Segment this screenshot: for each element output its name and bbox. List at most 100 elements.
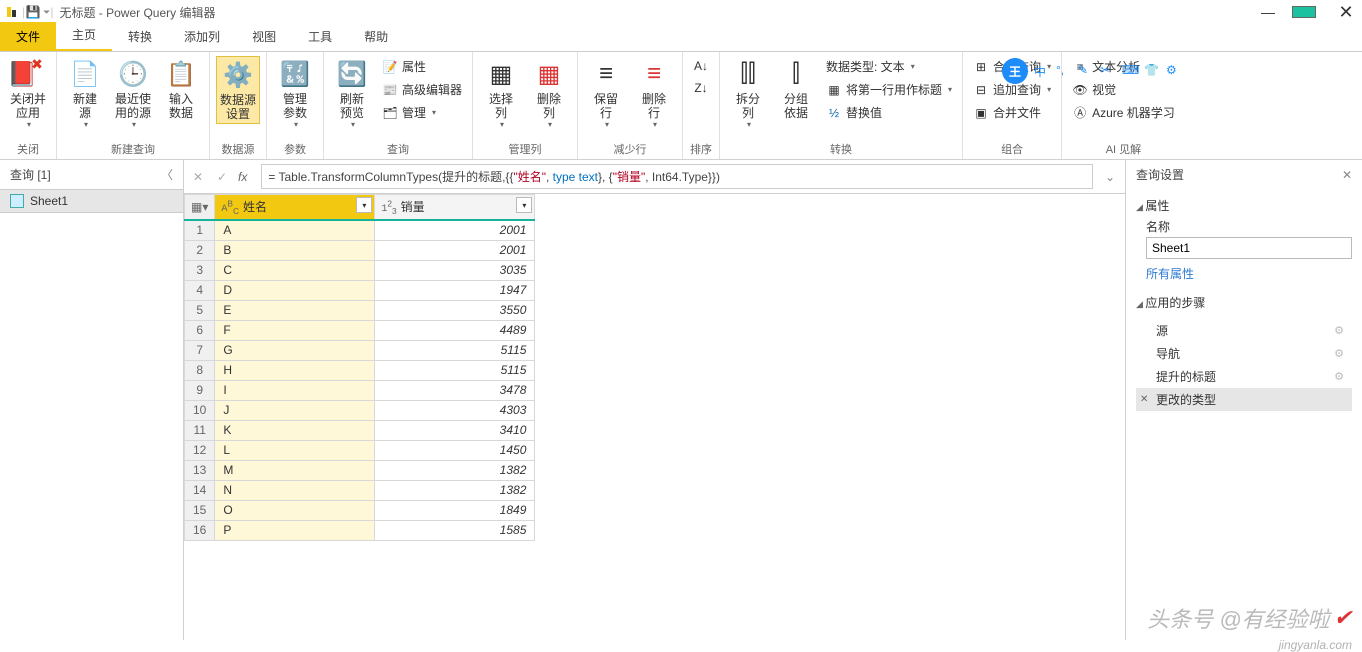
commit-formula-icon[interactable]: ✓ — [214, 170, 230, 184]
cell-sales[interactable]: 3550 — [375, 300, 535, 320]
filter-col2-icon[interactable]: ▾ — [516, 197, 532, 213]
tab-add-column[interactable]: 添加列 — [168, 22, 236, 51]
filter-col1-icon[interactable]: ▾ — [356, 197, 372, 213]
row-header[interactable]: 12 — [185, 440, 215, 460]
advanced-editor-button[interactable]: 📰高级编辑器 — [378, 79, 466, 100]
group-by-button[interactable]: ⫿分组 依据 — [774, 56, 818, 122]
row-header[interactable]: 15 — [185, 500, 215, 520]
keep-rows-button[interactable]: ≡保留 行 — [584, 56, 628, 131]
cell-sales[interactable]: 1947 — [375, 280, 535, 300]
qa-dropdown-icon[interactable]: ⏷ — [43, 7, 50, 18]
cell-sales[interactable]: 5115 — [375, 360, 535, 380]
step-settings-icon[interactable]: ⚙ — [1334, 347, 1344, 360]
row-header[interactable]: 7 — [185, 340, 215, 360]
formula-text[interactable]: = Table.TransformColumnTypes(提升的标题,{{"姓名… — [261, 164, 1093, 189]
cell-name[interactable]: B — [215, 240, 375, 260]
gear-icon[interactable]: ⚙ — [1166, 63, 1182, 79]
cell-name[interactable]: F — [215, 320, 375, 340]
remove-rows-button[interactable]: ≡删除 行 — [632, 56, 676, 131]
ime-zh-icon[interactable]: 中 — [1034, 63, 1050, 79]
tab-tools[interactable]: 工具 — [292, 22, 348, 51]
remove-columns-button[interactable]: ▦删除 列 — [527, 56, 571, 131]
close-apply-button[interactable]: 📕✖关闭并 应用 — [6, 56, 50, 131]
save-icon[interactable]: 💾 — [25, 4, 41, 20]
applied-step[interactable]: 源⚙ — [1136, 319, 1352, 342]
data-type-button[interactable]: 数据类型: 文本 — [822, 56, 956, 77]
close-settings-icon[interactable]: ✕ — [1342, 168, 1352, 182]
properties-button[interactable]: 📝属性 — [378, 56, 466, 77]
manage-parameters-button[interactable]: 🔣管理 参数 — [273, 56, 317, 131]
tab-transform[interactable]: 转换 — [112, 22, 168, 51]
cell-name[interactable]: G — [215, 340, 375, 360]
row-header[interactable]: 6 — [185, 320, 215, 340]
column-header-sales[interactable]: 123销量▾ — [375, 195, 535, 221]
sort-asc-button[interactable]: A↓ — [689, 56, 713, 76]
formula-dropdown-icon[interactable]: ⌄ — [1101, 170, 1119, 184]
cell-name[interactable]: P — [215, 520, 375, 540]
keyboard-icon[interactable]: ⌨ — [1122, 63, 1138, 79]
column-header-name[interactable]: ABC姓名▾ — [215, 195, 375, 221]
cell-sales[interactable]: 2001 — [375, 240, 535, 260]
fx-icon[interactable]: fx — [238, 170, 247, 184]
applied-step[interactable]: 更改的类型 — [1136, 388, 1352, 411]
cell-sales[interactable]: 4303 — [375, 400, 535, 420]
cell-sales[interactable]: 4489 — [375, 320, 535, 340]
cell-name[interactable]: L — [215, 440, 375, 460]
use-first-row-headers-button[interactable]: ▦将第一行用作标题 — [822, 79, 956, 100]
row-header[interactable]: 11 — [185, 420, 215, 440]
row-header[interactable]: 13 — [185, 460, 215, 480]
data-grid[interactable]: ▦▾ ABC姓名▾ 123销量▾ 1A20012B20013C30354D194… — [184, 194, 1125, 541]
row-header[interactable]: 5 — [185, 300, 215, 320]
split-column-button[interactable]: ⫿⫿拆分 列 — [726, 56, 770, 131]
cell-sales[interactable]: 3410 — [375, 420, 535, 440]
cell-sales[interactable]: 1450 — [375, 440, 535, 460]
manage-button[interactable]: 🗂管理 — [378, 102, 466, 123]
row-header[interactable]: 2 — [185, 240, 215, 260]
cell-sales[interactable]: 3035 — [375, 260, 535, 280]
row-header[interactable]: 8 — [185, 360, 215, 380]
punct-icon[interactable]: °, — [1056, 63, 1072, 79]
cell-name[interactable]: C — [215, 260, 375, 280]
tab-home[interactable]: 主页 — [56, 20, 112, 51]
cell-name[interactable]: J — [215, 400, 375, 420]
cell-name[interactable]: D — [215, 280, 375, 300]
close-button[interactable]: ✕ — [1334, 2, 1358, 23]
cell-sales[interactable]: 1849 — [375, 500, 535, 520]
cell-sales[interactable]: 5115 — [375, 340, 535, 360]
cell-sales[interactable]: 1382 — [375, 480, 535, 500]
step-settings-icon[interactable]: ⚙ — [1334, 370, 1344, 383]
row-header[interactable]: 14 — [185, 480, 215, 500]
row-header[interactable]: 3 — [185, 260, 215, 280]
scissors-icon[interactable]: ✂ — [1100, 63, 1116, 79]
row-header[interactable]: 9 — [185, 380, 215, 400]
cell-name[interactable]: O — [215, 500, 375, 520]
query-name-input[interactable] — [1146, 237, 1352, 259]
tab-view[interactable]: 视图 — [236, 22, 292, 51]
data-source-settings-button[interactable]: ⚙️数据源 设置 — [216, 56, 260, 124]
cell-name[interactable]: K — [215, 420, 375, 440]
cell-name[interactable]: N — [215, 480, 375, 500]
row-header[interactable]: 16 — [185, 520, 215, 540]
query-item-sheet1[interactable]: Sheet1 — [0, 189, 183, 213]
applied-step[interactable]: 提升的标题⚙ — [1136, 365, 1352, 388]
user-avatar[interactable]: 王 — [1002, 58, 1028, 84]
row-header[interactable]: 1 — [185, 220, 215, 240]
edit-icon[interactable]: ✎ — [1078, 63, 1094, 79]
new-source-button[interactable]: 📄新建 源 — [63, 56, 107, 131]
replace-values-button[interactable]: ½替换值 — [822, 102, 956, 123]
row-header[interactable]: 4 — [185, 280, 215, 300]
cell-sales[interactable]: 3478 — [375, 380, 535, 400]
tab-file[interactable]: 文件 — [0, 22, 56, 51]
tab-help[interactable]: 帮助 — [348, 22, 404, 51]
cell-sales[interactable]: 2001 — [375, 220, 535, 240]
cell-name[interactable]: H — [215, 360, 375, 380]
cancel-formula-icon[interactable]: ✕ — [190, 170, 206, 184]
minimize-button[interactable]: — — [1256, 4, 1280, 20]
cell-sales[interactable]: 1382 — [375, 460, 535, 480]
collapse-queries-icon[interactable]: 〈 — [161, 166, 173, 183]
step-settings-icon[interactable]: ⚙ — [1334, 324, 1344, 337]
cell-name[interactable]: E — [215, 300, 375, 320]
choose-columns-button[interactable]: ▦选择 列 — [479, 56, 523, 131]
azure-ml-button[interactable]: ⒶAzure 机器学习 — [1068, 102, 1179, 123]
enter-data-button[interactable]: 📋输入 数据 — [159, 56, 203, 122]
